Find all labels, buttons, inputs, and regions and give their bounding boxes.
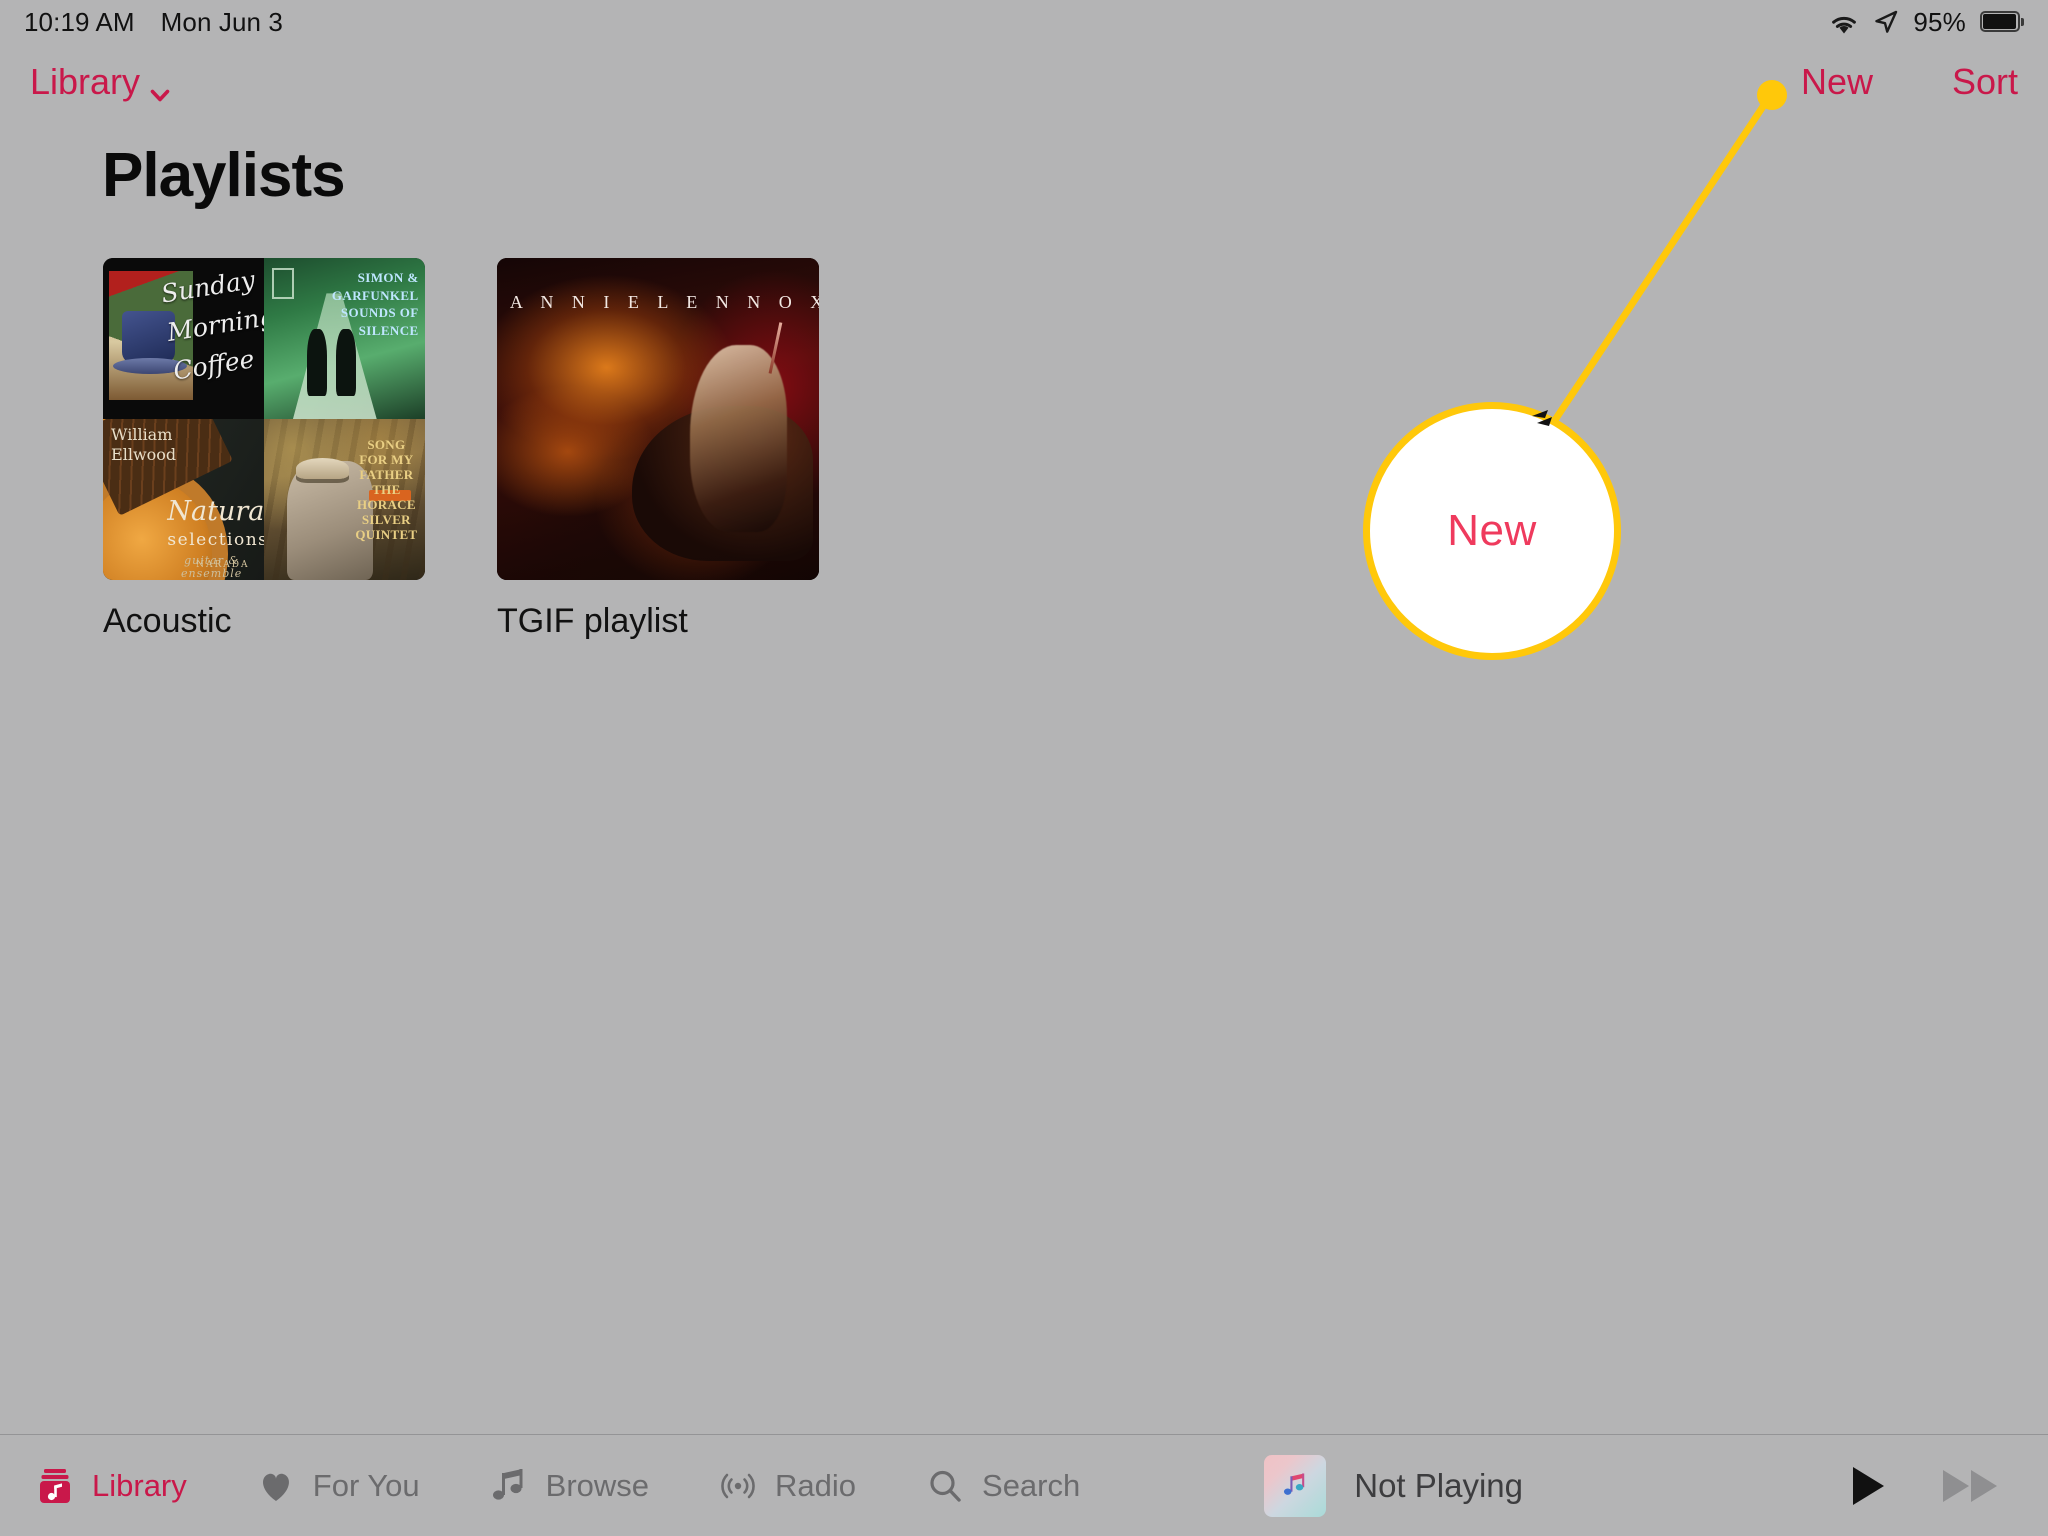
album-artist-line-2: Ellwood — [111, 445, 177, 465]
play-button[interactable] — [1848, 1464, 1888, 1508]
album-art-song-for-my-father: SONG FOR MY FATHER THE HORACE SILVER QUI… — [264, 419, 425, 580]
tab-for-you[interactable]: For You — [221, 1465, 454, 1507]
album-title-line-6: SILVER — [361, 512, 411, 527]
album-artist: SIMON & GARFUNKEL — [331, 270, 419, 303]
album-title-line-1: SONG — [367, 437, 406, 453]
library-dropdown-label: Library — [30, 61, 141, 102]
annotation-overlay — [1551, 80, 1787, 424]
tab-search-label: Search — [982, 1467, 1081, 1503]
annotation-leader-line — [1551, 101, 1768, 424]
tab-bar: Library For You Browse Radio Search Not … — [0, 1434, 2048, 1536]
playlist-card-acoustic[interactable]: Sunday Morning Coffee SIMON & GARFUNKEL … — [103, 258, 425, 641]
radio-broadcast-icon — [717, 1465, 759, 1507]
music-note-icon — [488, 1465, 530, 1507]
music-note-icon — [1284, 1472, 1305, 1495]
playlist-card-tgif-playlist[interactable]: A N N I E L E N N O X Songs OF MASS DEST… — [497, 258, 819, 641]
tab-list: Library For You Browse Radio Search — [0, 1465, 1114, 1507]
album-art-songs-of-mass-destruction: A N N I E L E N N O X Songs OF MASS DEST… — [497, 258, 819, 580]
album-artist-line-1: William — [111, 425, 173, 445]
annotation-magnifier-label: New — [1447, 506, 1537, 555]
album-title: Natural — [167, 496, 264, 528]
album-artist: A N N I E L E N N O X — [509, 291, 819, 312]
status-bar-right: 95% — [1829, 7, 2024, 38]
chevron-down-icon — [149, 74, 171, 102]
album-title-line-7: QUINTET — [355, 526, 418, 542]
status-time: 10:19 AM — [24, 6, 135, 37]
wifi-icon — [1829, 11, 1859, 34]
album-title-line-5: HORACE — [356, 497, 416, 513]
heart-icon — [255, 1465, 297, 1507]
album-title-line-4: THE — [372, 482, 401, 498]
battery-percent: 95% — [1913, 6, 1966, 37]
tab-for-you-label: For You — [312, 1467, 420, 1503]
album-label: NARADA — [196, 560, 250, 571]
playlist-artwork-single: A N N I E L E N N O X Songs OF MASS DEST… — [497, 258, 819, 580]
status-bar-left: 10:19 AM Mon Jun 3 — [24, 7, 283, 38]
status-date: Mon Jun 3 — [160, 6, 283, 37]
tab-browse-label: Browse — [545, 1467, 650, 1503]
album-title: SOUNDS OF SILENCE — [340, 305, 419, 338]
album-title-line-2: FOR MY — [359, 452, 414, 468]
tab-search[interactable]: Search — [890, 1465, 1114, 1507]
tab-radio-label: Radio — [775, 1467, 857, 1503]
navigation-bar: Library New Sort — [0, 46, 2048, 118]
now-playing-bar[interactable]: Not Playing — [1264, 1454, 1524, 1517]
now-playing-artwork — [1264, 1454, 1327, 1517]
now-playing-title: Not Playing — [1354, 1466, 1524, 1504]
tab-library-label: Library — [92, 1467, 187, 1503]
annotation-magnifier-circle: New — [1363, 402, 1621, 660]
cursor-arrow-icon — [1528, 404, 1562, 438]
library-dropdown-button[interactable]: Library — [30, 61, 171, 103]
search-icon — [924, 1465, 966, 1507]
tab-library[interactable]: Library — [0, 1465, 221, 1507]
transport-controls — [1848, 1464, 2048, 1508]
album-art-sunday-morning-coffee: Sunday Morning Coffee — [103, 258, 264, 419]
playlist-artwork-collage: Sunday Morning Coffee SIMON & GARFUNKEL … — [103, 258, 425, 580]
new-playlist-button[interactable]: New — [1801, 61, 1873, 103]
sort-button[interactable]: Sort — [1952, 61, 2018, 103]
fast-forward-button[interactable] — [1940, 1465, 2002, 1507]
album-subtitle: selections — [167, 530, 264, 551]
tab-radio[interactable]: Radio — [683, 1465, 890, 1507]
status-bar: 10:19 AM Mon Jun 3 95% — [0, 0, 2048, 44]
playlist-name: TGIF playlist — [497, 602, 688, 640]
album-art-sounds-of-silence: SIMON & GARFUNKEL SOUNDS OF SILENCE — [264, 258, 425, 419]
album-art-natural-selections: William Ellwood Natural selections guita… — [103, 419, 264, 580]
album-title-line-3: FATHER — [359, 467, 414, 483]
playlist-grid: Sunday Morning Coffee SIMON & GARFUNKEL … — [103, 258, 819, 641]
library-stack-icon — [34, 1465, 76, 1507]
tab-browse[interactable]: Browse — [454, 1465, 683, 1507]
location-arrow-icon — [1873, 9, 1899, 35]
battery-icon — [1980, 10, 2024, 34]
playlist-name: Acoustic — [103, 602, 232, 640]
page-title: Playlists — [102, 141, 346, 210]
